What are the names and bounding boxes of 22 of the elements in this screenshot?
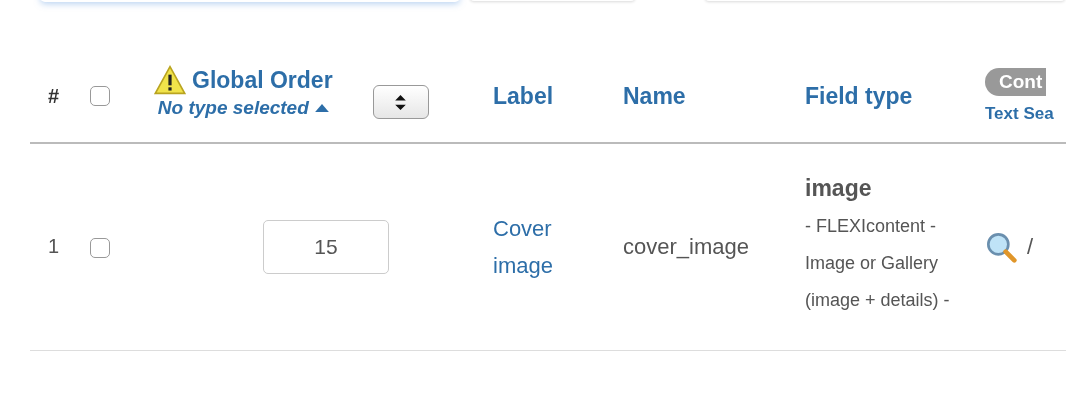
- column-header-link[interactable]: Name: [623, 82, 686, 109]
- warning-icon: [154, 65, 186, 95]
- column-header: #: [48, 84, 60, 107]
- search-icon[interactable]: [985, 230, 1017, 263]
- column-badge: Cont: [985, 68, 1047, 96]
- column-header-link[interactable]: Global Order: [192, 66, 333, 94]
- caret-up-icon: [314, 104, 329, 112]
- field-type: image: [805, 174, 873, 202]
- field-type-description: - FLEXIcontent - Image or Gallery (image + details) -: [805, 214, 951, 312]
- sort-toggle-button[interactable]: [372, 85, 429, 119]
- checkbox[interactable]: [90, 237, 110, 258]
- column-header-link[interactable]: Text Sea: [985, 104, 1066, 124]
- checkbox[interactable]: [90, 86, 110, 106]
- column-header-link[interactable]: Field type: [805, 82, 913, 109]
- sort-icon: [394, 93, 408, 111]
- separator-text: /: [1027, 233, 1034, 260]
- field-name: cover_image: [623, 233, 749, 259]
- column-header-link[interactable]: Label: [493, 82, 554, 109]
- sort-link[interactable]: No type selected: [157, 97, 309, 119]
- row-number: 1: [48, 235, 60, 258]
- order-input[interactable]: 15: [263, 219, 389, 274]
- field-label-link[interactable]: Cover image: [493, 209, 583, 284]
